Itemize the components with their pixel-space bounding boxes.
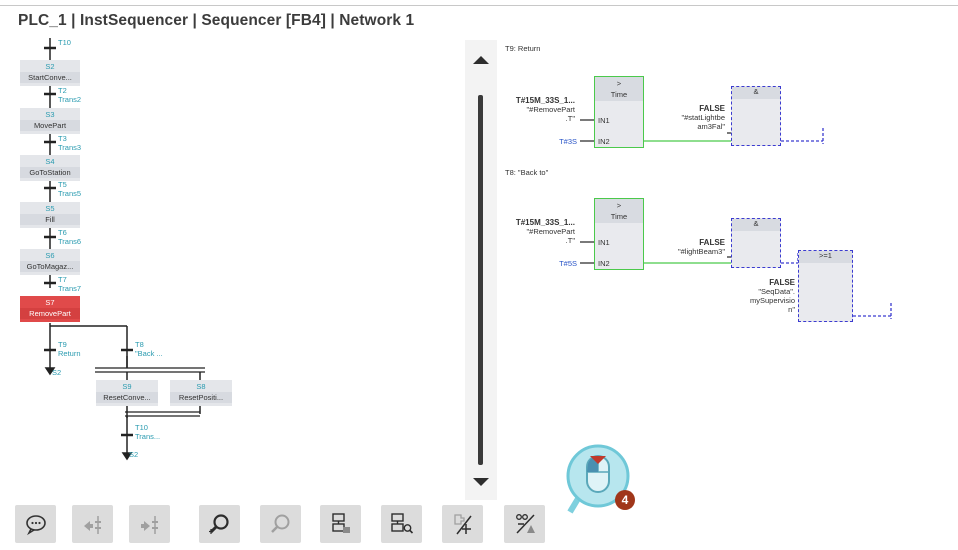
transition-t6[interactable]: T6 Trans6 (58, 228, 81, 246)
network-label-t9: T9: Return (505, 44, 541, 53)
show-hide-transitions-icon (515, 514, 535, 534)
step-s5[interactable]: S5 Fill (20, 202, 80, 228)
vertical-scrollbar[interactable] (465, 40, 497, 500)
graph-view[interactable]: T10 S2 StartConve... T2 Trans2 S3 MovePa… (0, 38, 460, 478)
transition-number: T2 (58, 86, 67, 95)
zoom-in-icon (208, 514, 229, 534)
step-s2[interactable]: S2 StartConve... (20, 60, 80, 86)
transition-name: "Back ... (135, 349, 163, 358)
overview-button[interactable] (320, 505, 361, 543)
operand-in1-t8[interactable]: T#15M_33S_1... "#RemovePart .T" (505, 218, 575, 245)
transition-name: Trans3 (58, 143, 82, 152)
operand-in2-t8[interactable]: T#5S (505, 259, 577, 268)
transition-name: Trans5 (58, 189, 82, 198)
step-name: GoToStation (20, 167, 80, 178)
transition-t9[interactable]: T9 Return (58, 340, 81, 358)
transition-number: T7 (58, 275, 67, 284)
step-s4[interactable]: S4 GoToStation (20, 155, 80, 181)
step-number: S9 (122, 382, 132, 391)
step-badge: 4 (615, 490, 635, 510)
transition-number: T5 (58, 180, 67, 189)
step-number: S8 (196, 382, 206, 391)
transition-t10[interactable]: T10 Trans... (135, 423, 160, 441)
transition-number: T8 (135, 340, 144, 349)
insert-transition-icon (453, 514, 472, 535)
transition-number: T3 (58, 134, 67, 143)
transition-t8[interactable]: T8 "Back ... (135, 340, 163, 358)
transition-t2[interactable]: T2 Trans2 (58, 86, 81, 104)
step-name: StartConve... (20, 72, 80, 83)
transition-t10-top[interactable]: T10 (58, 38, 71, 47)
transition-number: T6 (58, 228, 67, 237)
zoom-out-button[interactable] (260, 505, 301, 543)
step-name: ResetConve... (96, 392, 158, 403)
and-box-t9[interactable]: & (731, 86, 781, 146)
operand-in2-t9[interactable]: T#3S (505, 137, 577, 146)
step-s6[interactable]: S6 GoToMagaz... (20, 249, 80, 275)
operand-and-input-t8[interactable]: FALSE "#lightBeam3" (655, 238, 725, 256)
step-number: S7 (20, 296, 80, 308)
scroll-thumb[interactable] (478, 95, 483, 465)
show-hide-transitions-button[interactable] (504, 505, 545, 543)
operand-and-input-t9[interactable]: FALSE "#statLightbe am3Fal" (655, 104, 725, 131)
transition-t5[interactable]: T5 Trans5 (58, 180, 81, 198)
scroll-down-icon[interactable] (473, 478, 489, 486)
insert-transition-button[interactable] (442, 505, 483, 543)
step-s3[interactable]: S3 MovePart (20, 108, 80, 134)
compare-box-t9[interactable]: > Time IN1 IN2 (594, 76, 644, 148)
step-name: MovePart (20, 120, 80, 131)
step-name: Fill (20, 214, 80, 225)
transition-fbd-view: T9: Return T#15M_33S_1... "#RemovePart .… (505, 38, 945, 338)
transition-name: Return (58, 349, 81, 358)
compare-box-t8[interactable]: > Time IN1 IN2 (594, 198, 644, 270)
step-s7-active[interactable]: S7 RemovePart (20, 296, 80, 322)
step-number: S6 (45, 251, 55, 260)
zoom-in-button[interactable] (199, 505, 240, 543)
zoom-fit-button[interactable] (381, 505, 422, 543)
mouse-click-callout: 4 (560, 440, 640, 520)
transition-number: T10 (135, 423, 148, 432)
transition-number: T9 (58, 340, 67, 349)
or-box-t8[interactable]: >=1 (798, 250, 853, 322)
zoom-fit-icon (390, 513, 413, 534)
next-branch-icon (140, 516, 158, 534)
transition-t3[interactable]: T3 Trans3 (58, 134, 81, 152)
transition-name: Trans2 (58, 95, 82, 104)
comment-icon (25, 515, 46, 536)
operand-in1-t9[interactable]: T#15M_33S_1... "#RemovePart .T" (505, 96, 575, 123)
jump-target-s2[interactable]: S2 (52, 368, 61, 377)
operand-or-input-t8[interactable]: FALSE "SeqData". mySupervisio n" (723, 278, 795, 314)
jump-target-s2-bottom[interactable]: S2 (129, 450, 138, 459)
step-number: S4 (45, 157, 55, 166)
zoom-out-icon (270, 514, 289, 533)
page-title: PLC_1 | InstSequencer | Sequencer [FB4] … (18, 12, 415, 29)
network-label-t8: T8: "Back to" (505, 168, 549, 177)
step-name: RemovePart (20, 308, 80, 319)
step-name: GoToMagaz... (20, 261, 80, 272)
step-name: ResetPositi... (170, 392, 232, 403)
step-number: S5 (45, 204, 55, 213)
next-branch-button[interactable] (129, 505, 170, 543)
transition-name: Trans6 (58, 237, 82, 246)
step-number: S3 (45, 110, 55, 119)
step-s8[interactable]: S8 ResetPositi... (170, 380, 232, 406)
transition-name: Trans... (135, 432, 161, 441)
prev-branch-button[interactable] (72, 505, 113, 543)
step-s9[interactable]: S9 ResetConve... (96, 380, 158, 406)
step-number: S2 (45, 62, 55, 71)
scroll-up-icon[interactable] (473, 56, 489, 64)
transition-name: Trans7 (58, 284, 82, 293)
prev-branch-icon (83, 516, 101, 534)
transition-t7[interactable]: T7 Trans7 (58, 275, 81, 293)
header-divider (0, 5, 958, 6)
comment-button[interactable] (15, 505, 56, 543)
overview-icon (331, 513, 350, 533)
and-box-t8[interactable]: & (731, 218, 781, 268)
